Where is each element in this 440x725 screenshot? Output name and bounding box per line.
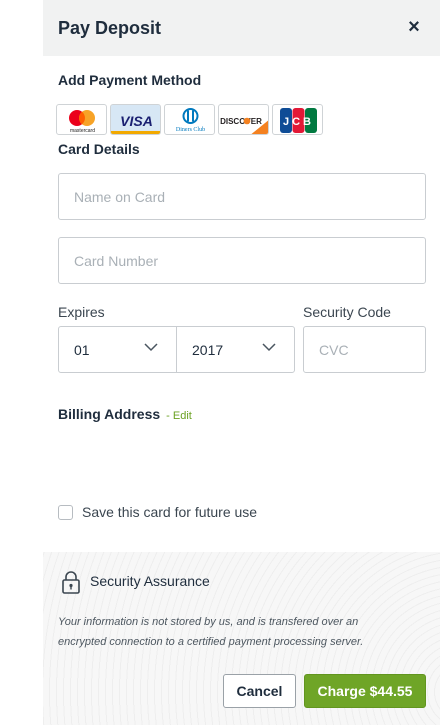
cvc-input[interactable]: CVC	[303, 326, 426, 373]
billing-address-row: Billing Address - Edit	[58, 406, 192, 422]
mastercard-wordmark: mastercard	[70, 128, 95, 134]
save-card-checkbox[interactable]	[58, 505, 73, 520]
diners-club-logo-icon: Diners Club	[176, 108, 205, 133]
diners-club-wordmark: Diners Club	[176, 127, 205, 133]
security-assurance-text: Your information is not stored by us, an…	[58, 616, 364, 648]
card-number-input[interactable]: Card Number	[58, 237, 426, 284]
close-icon[interactable]: ×	[402, 15, 426, 39]
security-assurance-panel: Security Assurance Your information is n…	[43, 552, 440, 725]
page-background-strip	[0, 0, 43, 725]
chevron-down-icon	[144, 343, 158, 352]
diners-club-option[interactable]: Diners Club	[164, 104, 215, 135]
billing-address-label: Billing Address	[58, 406, 161, 422]
expiry-year-select[interactable]: 2017	[176, 326, 295, 373]
lock-icon	[62, 571, 80, 594]
chevron-down-icon	[262, 343, 276, 352]
discover-wordmark: DISCOVER	[220, 117, 262, 126]
expiry-year-value: 2017	[192, 341, 224, 358]
visa-logo-icon: VISA	[111, 105, 160, 134]
mastercard-option[interactable]: mastercard	[56, 104, 107, 135]
jcb-logo-icon: JCB	[280, 108, 317, 133]
expiry-month-value: 01	[74, 341, 90, 358]
cancel-button[interactable]: Cancel	[223, 674, 296, 708]
expiry-month-select[interactable]: 01	[58, 326, 177, 373]
visa-wordmark: VISA	[120, 113, 153, 129]
charge-button[interactable]: Charge $44.55	[304, 674, 426, 708]
discover-option[interactable]: DISCOVER	[218, 104, 269, 135]
mastercard-logo-icon: mastercard	[69, 110, 95, 134]
name-on-card-input[interactable]: Name on Card	[58, 173, 426, 220]
dialog-header: Pay Deposit ×	[43, 0, 440, 56]
discover-logo-icon: DISCOVER	[220, 117, 268, 134]
jcb-wordmark: JCB	[283, 116, 314, 128]
save-card-label: Save this card for future use	[82, 504, 258, 520]
jcb-option[interactable]: JCB	[272, 104, 323, 135]
expires-label: Expires	[58, 304, 105, 320]
billing-edit-link[interactable]: - Edit	[166, 410, 192, 422]
pay-deposit-dialog: Pay Deposit × Add Payment Method masterc…	[43, 0, 440, 725]
payment-method-list: mastercard VISA Diners Club DISCOVER JCB	[56, 104, 323, 136]
security-assurance-title: Security Assurance	[90, 573, 210, 589]
visa-option[interactable]: VISA	[110, 104, 161, 135]
add-payment-method-label: Add Payment Method	[58, 72, 202, 88]
dialog-title: Pay Deposit	[58, 18, 162, 38]
security-code-label: Security Code	[303, 304, 391, 320]
card-details-label: Card Details	[58, 141, 140, 157]
